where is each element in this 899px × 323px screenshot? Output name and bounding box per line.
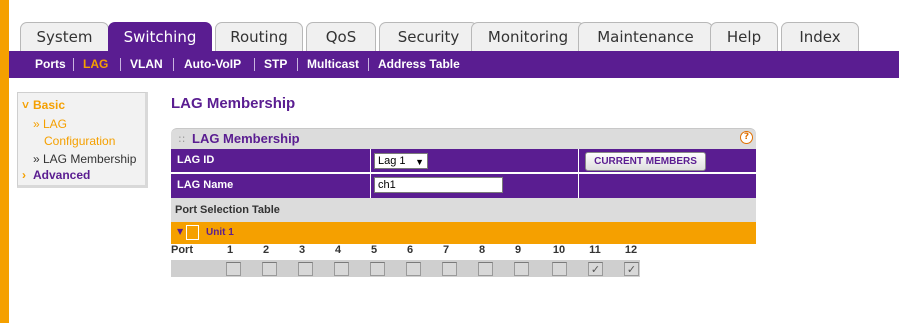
subnav-divider [368,58,369,71]
panel-title: LAG Membership [192,131,300,146]
lag-name-input[interactable]: ch1 [374,177,503,193]
caret-down-icon: ▼ [177,227,184,236]
lag-id-label: LAG ID [177,154,215,166]
port-number: 9 [514,244,522,256]
port-11-checkbox[interactable]: ✓ [588,262,603,276]
tab-system[interactable]: System [20,22,109,51]
leftnav-lag-membership[interactable]: » LAG Membership [33,151,136,168]
port-1-checkbox[interactable] [226,262,241,276]
unit-label: Unit 1 [206,227,234,238]
subnav-divider [297,58,298,71]
chevron-down-icon: ▼ [415,157,424,167]
subnav-divider [173,58,174,71]
subnav-divider [120,58,121,71]
chevron-right-icon: › [22,168,26,182]
main-tab-bar: System Switching Routing QoS Security Mo… [9,0,899,52]
page-title: LAG Membership [171,95,296,112]
port-4-checkbox[interactable] [334,262,349,276]
port-row-label: Port [171,244,193,256]
port-12-checkbox[interactable]: ✓ [624,262,639,276]
port-7-checkbox[interactable] [442,262,457,276]
help-icon[interactable]: ? [740,131,753,144]
port-selection-label: Port Selection Table [175,204,280,216]
chevron-down-icon: ˅ [22,98,30,112]
port-number: 3 [298,244,306,256]
tab-help[interactable]: Help [710,22,778,51]
subnav-lag[interactable]: LAG [83,51,108,78]
port-2-checkbox[interactable] [262,262,277,276]
leftnav-lag-configuration[interactable]: » LAG [33,116,67,133]
leftnav-advanced[interactable]: Advanced [33,168,90,182]
subnav-ports[interactable]: Ports [35,51,66,78]
subnav-auto-voip[interactable]: Auto-VoIP [184,51,241,78]
tab-index[interactable]: Index [781,22,859,51]
port-number: 5 [370,244,378,256]
subnav-stp[interactable]: STP [264,51,287,78]
tab-qos[interactable]: QoS [306,22,376,51]
port-5-checkbox[interactable] [370,262,385,276]
unit-select-all-box[interactable] [186,225,199,240]
tab-monitoring[interactable]: Monitoring [471,22,585,51]
subnav-address-table[interactable]: Address Table [378,51,460,78]
subnav-multicast[interactable]: Multicast [307,51,359,78]
unit-bar[interactable]: ▼ Unit 1 [171,222,756,244]
port-number: 7 [442,244,450,256]
port-number: 8 [478,244,486,256]
column-divider [578,149,579,198]
subnav-vlan[interactable]: VLAN [130,51,163,78]
port-number: 2 [262,244,270,256]
column-divider [370,149,371,198]
tab-routing[interactable]: Routing [215,22,303,51]
row-divider [171,173,756,174]
tab-switching[interactable]: Switching [108,22,212,52]
leftnav-basic[interactable]: Basic [33,98,65,112]
port-number: 10 [552,244,566,256]
lag-id-select[interactable]: Lag 1 ▼ [374,153,428,169]
port-number: 4 [334,244,342,256]
leftnav-lag-configuration-line2[interactable]: Configuration [44,133,115,150]
current-members-button[interactable]: CURRENT MEMBERS [585,152,706,171]
lag-name-label: LAG Name [177,179,234,191]
port-6-checkbox[interactable] [406,262,421,276]
subnav-divider [73,58,74,71]
tab-security[interactable]: Security [379,22,478,51]
port-3-checkbox[interactable] [298,262,313,276]
port-number: 12 [624,244,638,256]
port-selection-header: Port Selection Table [171,198,756,222]
grip-icon: :: [178,132,186,145]
left-accent-stripe [0,0,9,323]
tab-maintenance[interactable]: Maintenance [578,22,713,51]
port-number: 11 [589,244,601,256]
port-9-checkbox[interactable] [514,262,529,276]
port-number: 1 [226,244,234,256]
panel-header: :: LAG Membership [171,128,756,149]
subnav-divider [254,58,255,71]
port-10-checkbox[interactable] [552,262,567,276]
port-8-checkbox[interactable] [478,262,493,276]
port-number: 6 [406,244,414,256]
sub-navigation: Ports LAG VLAN Auto-VoIP STP Multicast A… [9,51,899,78]
lag-id-selected-value: Lag 1 [378,155,406,167]
